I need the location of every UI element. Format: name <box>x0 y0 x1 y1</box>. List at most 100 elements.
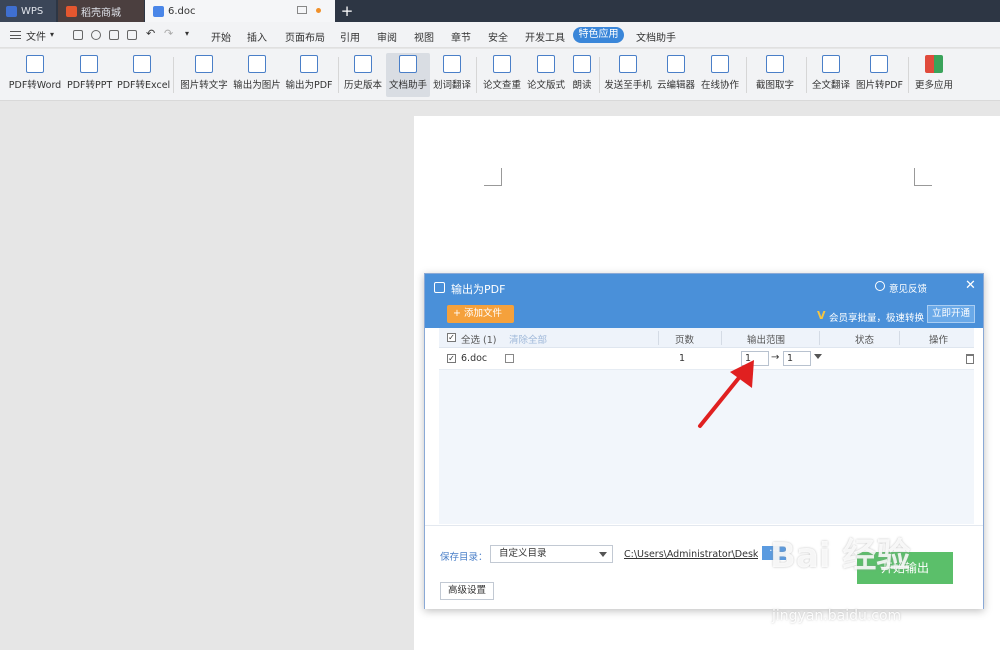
plus-icon: + <box>453 308 464 319</box>
chevron-down-icon[interactable]: ▾ <box>50 30 54 39</box>
page-count: 1 <box>679 353 686 364</box>
history-icon <box>354 55 372 73</box>
column-status: 状态 <box>855 335 875 346</box>
file-checkbox[interactable]: ✓ <box>447 354 456 363</box>
screenshot-ocr-icon <box>766 55 784 73</box>
vip-icon: V <box>817 309 826 322</box>
export-icon[interactable] <box>91 30 101 40</box>
pdf-to-excel-icon <box>133 55 151 73</box>
dialog-title: 输出为PDF <box>451 283 506 296</box>
column-divider <box>721 331 722 345</box>
pdf-to-word-icon <box>26 55 44 73</box>
export-as-pdf-button[interactable]: 输出为PDF <box>285 53 333 97</box>
ribbon-divider <box>806 57 807 93</box>
margin-corner-marker <box>914 168 932 186</box>
monitor-icon[interactable] <box>297 6 307 14</box>
range-to-input[interactable]: 1 <box>783 351 811 366</box>
menu-review[interactable]: 审阅 <box>377 29 397 44</box>
pdf-to-excel-button[interactable]: PDF转Excel <box>117 53 170 97</box>
menu-insert[interactable]: 插入 <box>247 29 267 44</box>
tab-label: WPS <box>21 5 44 17</box>
feedback-link[interactable]: 意见反馈 <box>889 281 927 295</box>
open-now-button[interactable]: 立即开通 <box>927 305 975 323</box>
unsaved-dot-icon <box>316 8 321 13</box>
menu-start[interactable]: 开始 <box>211 29 231 44</box>
menu-reference[interactable]: 引用 <box>340 29 360 44</box>
undo-icon[interactable]: ↶ <box>146 27 155 40</box>
advanced-settings-button[interactable]: 高级设置 <box>440 582 494 600</box>
tab-label: 6.doc <box>168 5 196 17</box>
column-output-range: 输出范围 <box>747 335 786 346</box>
menu-view[interactable]: 视图 <box>414 29 434 44</box>
vip-promo-text: 会员享批量，极速转换 <box>829 313 925 324</box>
menu-chapter[interactable]: 章节 <box>451 29 471 44</box>
doc-assistant-button[interactable]: 文档助手 <box>386 53 430 97</box>
image-to-text-icon <box>195 55 213 73</box>
title-bar: WPS 稻壳商城 6.doc + <box>0 0 1000 22</box>
full-translate-button[interactable]: 全文翻译 <box>811 53 851 97</box>
export-as-image-button[interactable]: 输出为图片 <box>233 53 281 97</box>
edit-icon[interactable] <box>505 354 514 363</box>
annotation-arrow-icon <box>698 360 754 428</box>
cloud-editor-button[interactable]: 云编辑器 <box>656 53 696 97</box>
save-path-link[interactable]: C:\Users\Administrator\Desktop <box>624 549 758 560</box>
redo-icon[interactable]: ↷ <box>164 27 173 40</box>
baidu-watermark-url: jingyan.baidu.com <box>772 608 902 624</box>
image-export-icon <box>248 55 266 73</box>
pdf-export-icon <box>300 55 318 73</box>
tab-docer-mall[interactable]: 稻壳商城 <box>58 0 144 22</box>
tab-document[interactable]: 6.doc <box>145 0 335 22</box>
read-aloud-button[interactable]: 朗读 <box>570 53 594 97</box>
close-icon[interactable]: ✕ <box>965 278 976 293</box>
menu-page-layout[interactable]: 页面布局 <box>285 29 325 44</box>
add-file-button[interactable]: + 添加文件 <box>447 305 514 323</box>
save-dir-label: 保存目录： <box>440 552 488 563</box>
print-icon[interactable] <box>109 30 119 40</box>
pdf-to-word-button[interactable]: PDF转Word <box>8 53 62 97</box>
menu-dev-tools[interactable]: 开发工具 <box>525 29 565 44</box>
trash-icon[interactable] <box>966 354 974 364</box>
more-apps-button[interactable]: 更多应用 <box>914 53 954 97</box>
column-action: 操作 <box>929 335 949 346</box>
column-divider <box>658 331 659 345</box>
arrow-right-icon: → <box>771 352 780 363</box>
screenshot-ocr-button[interactable]: 截图取字 <box>752 53 798 97</box>
ribbon-divider <box>476 57 477 93</box>
print-preview-icon[interactable] <box>127 30 137 40</box>
column-pages: 页数 <box>675 335 695 346</box>
word-translate-button[interactable]: 划词翻译 <box>432 53 472 97</box>
thesis-format-icon <box>537 55 555 73</box>
thesis-format-button[interactable]: 论文版式 <box>526 53 566 97</box>
pdf-to-ppt-icon <box>80 55 98 73</box>
file-menu[interactable]: 文件 <box>26 28 46 43</box>
chevron-down-icon[interactable] <box>814 354 822 359</box>
file-table-header: ✓ 全选 (1) 清除全部 页数 输出范围 状态 操作 <box>439 328 974 348</box>
cloud-editor-icon <box>667 55 685 73</box>
menu-security[interactable]: 安全 <box>488 29 508 44</box>
online-collab-button[interactable]: 在线协作 <box>700 53 740 97</box>
thesis-check-button[interactable]: 论文查重 <box>482 53 522 97</box>
clear-all-link[interactable]: 清除全部 <box>509 332 547 346</box>
save-icon[interactable] <box>73 30 83 40</box>
menu-doc-assistant[interactable]: 文档助手 <box>636 29 676 44</box>
tab-label: 稻壳商城 <box>81 7 121 19</box>
select-all-checkbox[interactable]: ✓ <box>447 333 456 342</box>
image-to-text-button[interactable]: 图片转文字 <box>180 53 228 97</box>
thesis-check-icon <box>493 55 511 73</box>
menu-special-apps[interactable]: 特色应用 <box>573 27 624 43</box>
send-to-phone-icon <box>619 55 637 73</box>
new-tab-button[interactable]: + <box>340 0 354 22</box>
history-version-button[interactable]: 历史版本 <box>343 53 383 97</box>
send-to-phone-button[interactable]: 发送至手机 <box>604 53 652 97</box>
ribbon-divider <box>173 57 174 93</box>
quick-access-more-icon[interactable]: ▾ <box>185 29 189 38</box>
fire-icon <box>66 5 77 17</box>
collaboration-icon <box>711 55 729 73</box>
hamburger-icon[interactable] <box>10 31 21 39</box>
image-to-pdf-button[interactable]: 图片转PDF <box>856 53 903 97</box>
pdf-to-ppt-button[interactable]: PDF转PPT <box>67 53 112 97</box>
baidu-watermark: Bai 经验 <box>770 536 911 576</box>
tab-wps[interactable]: WPS <box>0 0 56 22</box>
word-doc-icon <box>153 5 164 17</box>
save-dir-select[interactable]: 自定义目录 <box>490 545 613 563</box>
